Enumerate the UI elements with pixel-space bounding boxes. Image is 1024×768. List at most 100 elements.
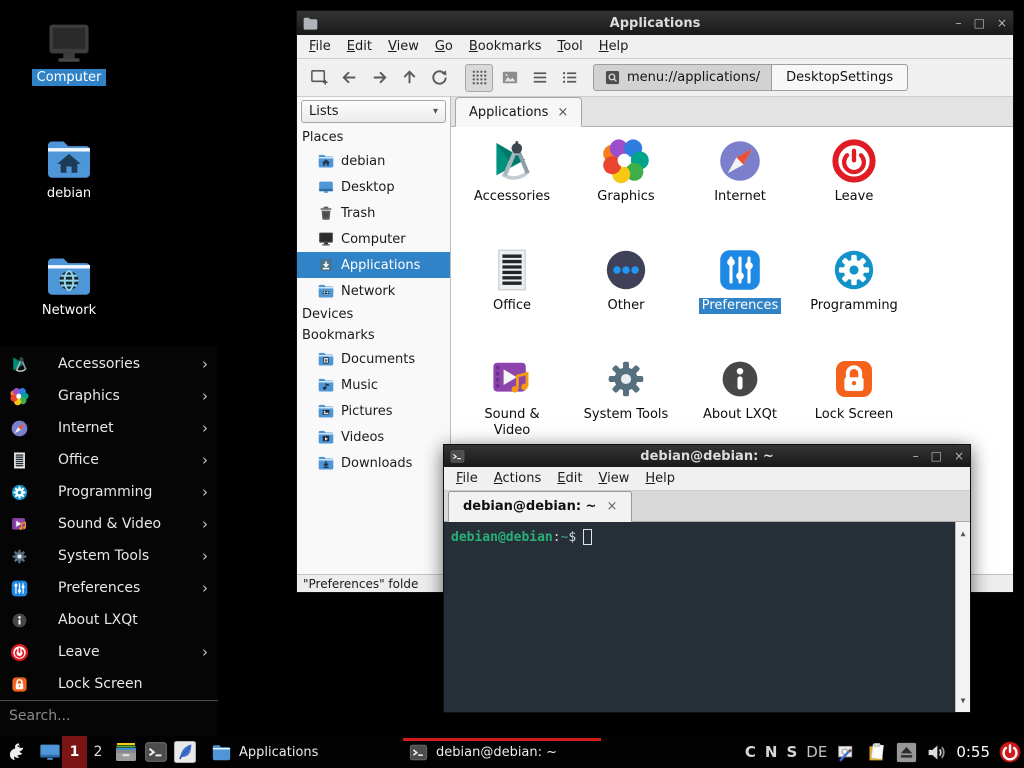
menu-item-internet[interactable]: Internet › bbox=[0, 412, 218, 444]
menu-help[interactable]: Help bbox=[591, 36, 637, 57]
terminal-content[interactable]: debian@debian:~$ ▲ ▼ bbox=[444, 522, 970, 712]
tab-close-icon[interactable]: × bbox=[606, 499, 617, 514]
menu-item-leave[interactable]: Leave › bbox=[0, 636, 218, 668]
menu-item-about-lxqt[interactable]: About LXQt bbox=[0, 604, 218, 636]
keyboard-layout-indicator[interactable]: DE bbox=[806, 743, 827, 761]
menu-go[interactable]: Go bbox=[427, 36, 461, 57]
menu-item-accessories[interactable]: Accessories › bbox=[0, 348, 218, 380]
menu-item-sound-video[interactable]: Sound & Video › bbox=[0, 508, 218, 540]
quicklaunch-featherpad-button[interactable] bbox=[173, 740, 197, 764]
menu-item-preferences[interactable]: Preferences › bbox=[0, 572, 218, 604]
power-button[interactable] bbox=[999, 741, 1021, 763]
sidebar-item-trash[interactable]: Trash bbox=[297, 200, 450, 226]
terminal-titlebar[interactable]: debian@debian: ~ – □ × bbox=[444, 445, 970, 467]
compact-view-button[interactable] bbox=[525, 64, 553, 92]
scroll-up-icon[interactable]: ▲ bbox=[961, 522, 966, 545]
path-location-crumb[interactable]: menu://applications/ bbox=[593, 64, 772, 91]
terminal-scrollbar[interactable]: ▲ ▼ bbox=[955, 522, 970, 712]
minimize-button[interactable]: – bbox=[956, 11, 962, 35]
minimize-button[interactable]: – bbox=[913, 444, 919, 468]
menu-actions[interactable]: Actions bbox=[486, 468, 550, 489]
menu-item-lock-screen[interactable]: Lock Screen bbox=[0, 668, 218, 700]
sidebar-item-music[interactable]: Music bbox=[297, 372, 450, 398]
menu-view[interactable]: View bbox=[380, 36, 427, 57]
maximize-button[interactable]: □ bbox=[974, 11, 985, 35]
workspace-2-button[interactable]: 2 bbox=[87, 736, 109, 768]
app-item-programming[interactable]: Programming bbox=[797, 246, 911, 355]
quicklaunch-terminal-button[interactable] bbox=[144, 740, 168, 764]
sidebar-item-debian[interactable]: debian bbox=[297, 148, 450, 174]
app-item-other[interactable]: Other bbox=[569, 246, 683, 355]
menu-item-system-tools[interactable]: System Tools › bbox=[0, 540, 218, 572]
lxqt-menu-button[interactable] bbox=[7, 741, 29, 763]
terminal-tab[interactable]: debian@debian: ~ × bbox=[448, 491, 632, 522]
close-button[interactable]: × bbox=[997, 11, 1007, 35]
sidebar-item-network[interactable]: Network bbox=[297, 278, 450, 304]
tab-close-icon[interactable]: × bbox=[557, 105, 568, 120]
sidebar-item-documents[interactable]: Documents bbox=[297, 346, 450, 372]
task-button-terminal[interactable]: debian@debian: ~ bbox=[403, 736, 601, 768]
clock[interactable]: 0:55 bbox=[956, 743, 990, 761]
lock-icon bbox=[830, 355, 878, 403]
reload-button[interactable] bbox=[425, 64, 453, 92]
menu-bookmarks[interactable]: Bookmarks bbox=[461, 36, 550, 57]
menu-edit[interactable]: Edit bbox=[549, 468, 590, 489]
workspace-1-button[interactable]: 1 bbox=[62, 736, 87, 768]
volume-tray-icon[interactable] bbox=[926, 742, 947, 763]
app-item-internet[interactable]: Internet bbox=[683, 137, 797, 246]
quicklaunch-file-manager-button[interactable] bbox=[114, 740, 138, 764]
search-input[interactable] bbox=[9, 708, 209, 724]
menu-item-office[interactable]: Office › bbox=[0, 444, 218, 476]
icon-view-button[interactable] bbox=[465, 64, 493, 92]
system-tray: C N S DE 0:55 bbox=[745, 736, 1021, 768]
sidebar-item-applications[interactable]: Applications bbox=[297, 252, 450, 278]
app-item-office[interactable]: Office bbox=[455, 246, 569, 355]
tab-applications[interactable]: Applications × bbox=[455, 97, 582, 127]
detailed-view-button[interactable] bbox=[555, 64, 583, 92]
scroll-down-icon[interactable]: ▼ bbox=[961, 689, 966, 712]
menu-tool[interactable]: Tool bbox=[550, 36, 591, 57]
app-item-leave[interactable]: Leave bbox=[797, 137, 911, 246]
up-button[interactable] bbox=[395, 64, 423, 92]
clipboard-tray-icon[interactable] bbox=[866, 742, 887, 763]
fm-sidebar: Lists ▾ Places debian Desktop Trash Comp… bbox=[297, 97, 451, 574]
show-desktop-button[interactable] bbox=[39, 741, 61, 763]
menu-file[interactable]: File bbox=[448, 468, 486, 489]
terminal-tab-bar: debian@debian: ~ × bbox=[444, 491, 970, 522]
menu-item-programming[interactable]: Programming › bbox=[0, 476, 218, 508]
sidebar-item-computer[interactable]: Computer bbox=[297, 226, 450, 252]
app-item-accessories[interactable]: Accessories bbox=[455, 137, 569, 246]
office-icon bbox=[488, 246, 536, 294]
forward-button[interactable] bbox=[365, 64, 393, 92]
folder-home-icon bbox=[318, 153, 334, 169]
screenshot-tray-icon[interactable] bbox=[836, 742, 857, 763]
path-crumb-desktopsettings[interactable]: DesktopSettings bbox=[772, 64, 908, 91]
desktop-icon-debian[interactable]: debian bbox=[23, 136, 115, 202]
sidebar-mode-select[interactable]: Lists ▾ bbox=[301, 100, 446, 123]
sidebar-item-pictures[interactable]: Pictures bbox=[297, 398, 450, 424]
thumbnail-view-button[interactable] bbox=[495, 64, 523, 92]
compact-view-icon bbox=[529, 67, 550, 88]
menu-item-graphics[interactable]: Graphics › bbox=[0, 380, 218, 412]
sidebar-item-desktop[interactable]: Desktop bbox=[297, 174, 450, 200]
sidebar-item-videos[interactable]: Videos bbox=[297, 424, 450, 450]
menu-file[interactable]: File bbox=[301, 36, 339, 57]
fm-titlebar[interactable]: Applications – □ × bbox=[297, 11, 1013, 35]
eject-tray-icon[interactable] bbox=[896, 742, 917, 763]
app-item-preferences[interactable]: Preferences bbox=[683, 246, 797, 355]
menu-help[interactable]: Help bbox=[637, 468, 683, 489]
task-button-applications[interactable]: Applications bbox=[206, 736, 324, 768]
chevron-right-icon: › bbox=[202, 355, 208, 373]
menu-view[interactable]: View bbox=[590, 468, 637, 489]
back-button[interactable] bbox=[335, 64, 363, 92]
maximize-button[interactable]: □ bbox=[931, 444, 942, 468]
sidebar-item-downloads[interactable]: Downloads bbox=[297, 450, 450, 476]
close-button[interactable]: × bbox=[954, 444, 964, 468]
desktop-icon-computer[interactable]: Computer bbox=[23, 20, 115, 86]
desktop-icon-network[interactable]: Network bbox=[23, 253, 115, 319]
menu-search-row bbox=[0, 700, 218, 736]
menu-edit[interactable]: Edit bbox=[339, 36, 380, 57]
applications-icon bbox=[318, 257, 334, 273]
app-item-graphics[interactable]: Graphics bbox=[569, 137, 683, 246]
new-tab-button[interactable] bbox=[305, 64, 333, 92]
